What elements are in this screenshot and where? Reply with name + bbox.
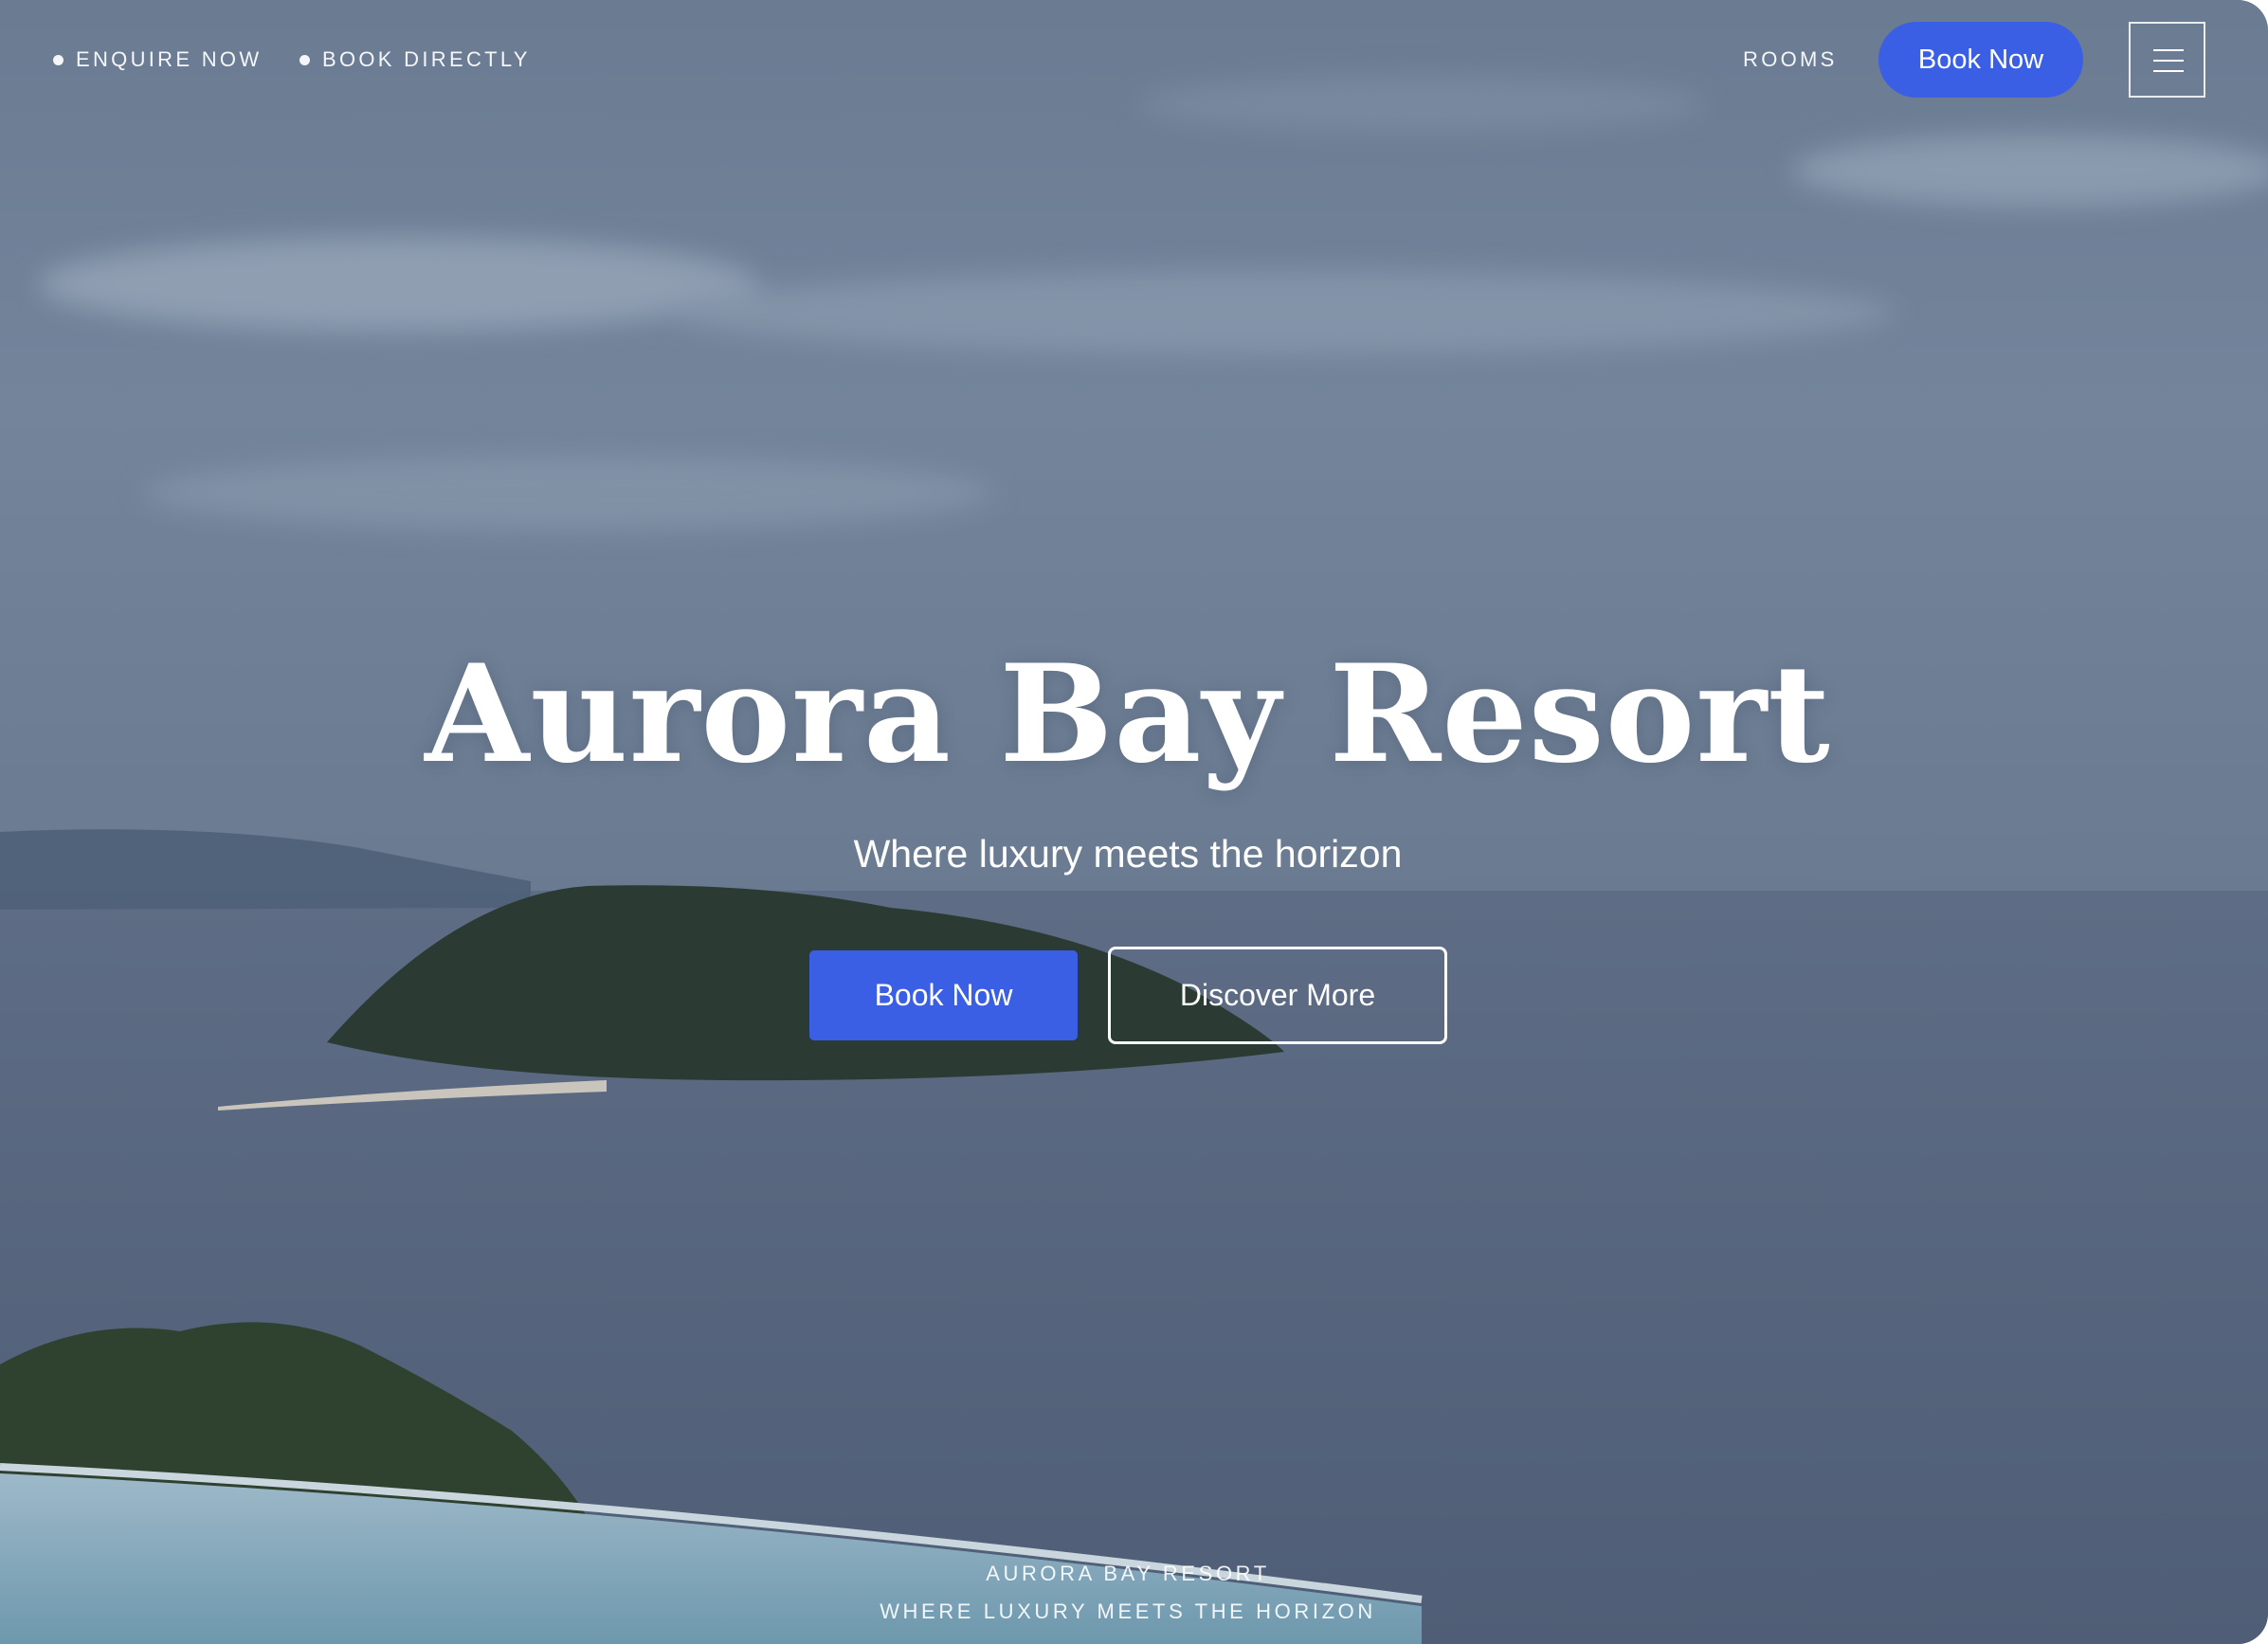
- bullet-dot-icon: [299, 54, 310, 65]
- book-directly-label: BOOK DIRECTLY: [322, 47, 531, 71]
- hero-subtitle: Where luxury meets the horizon: [853, 832, 1403, 876]
- bullet-dot-icon: [53, 54, 64, 65]
- hero-section: ENQUIRE NOW BOOK DIRECTLY ROOMS Book Now…: [0, 0, 2268, 1644]
- book-directly-link[interactable]: BOOK DIRECTLY: [299, 44, 531, 76]
- menu-button[interactable]: [2129, 22, 2205, 98]
- footer-caption-name: AURORA BAY RESORT: [986, 1562, 1270, 1585]
- footer-caption-tagline: WHERE LUXURY MEETS THE HORIZON: [880, 1599, 1376, 1623]
- top-navigation: ENQUIRE NOW BOOK DIRECTLY ROOMS Book Now: [0, 0, 2268, 119]
- hero-book-now-button[interactable]: Book Now: [809, 950, 1078, 1040]
- hero-background-image: [0, 0, 2268, 1644]
- enquire-now-label: ENQUIRE NOW: [76, 47, 263, 71]
- enquire-now-link[interactable]: ENQUIRE NOW: [53, 44, 262, 76]
- rooms-link[interactable]: ROOMS: [1743, 44, 1838, 76]
- hamburger-menu-icon-line: [2153, 60, 2184, 62]
- discover-more-button[interactable]: Discover More: [1108, 947, 1447, 1044]
- hamburger-menu-icon-line: [2153, 70, 2184, 72]
- hero-title: Aurora Bay Resort: [425, 636, 1831, 793]
- header-book-now-button[interactable]: Book Now: [1878, 22, 2083, 98]
- hamburger-menu-icon: [2153, 49, 2184, 51]
